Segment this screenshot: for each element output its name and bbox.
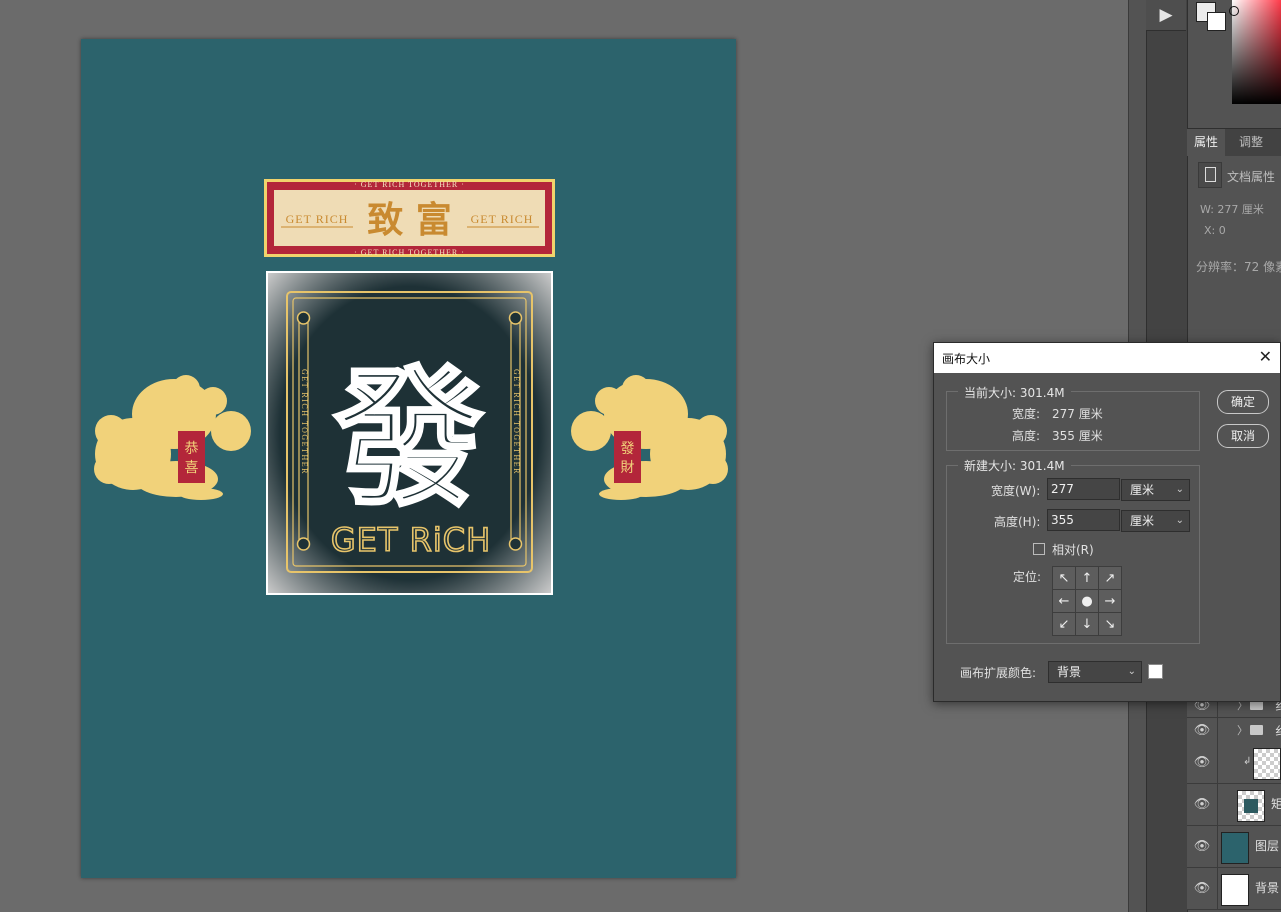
height-label: 高度(H): <box>994 515 1041 529</box>
artwork: · GET RICH TOGETHER · · GET RICH TOGETHE… <box>94 179 728 595</box>
background-color-swatch[interactable] <box>1207 12 1226 31</box>
lion-left-scroll-2: 喜 <box>185 460 199 476</box>
layer-thumbnail <box>1221 874 1249 906</box>
layer-thumbnail <box>1221 832 1249 864</box>
document-icon <box>1198 162 1222 188</box>
width-unit-select[interactable]: 厘米 ⌄ <box>1121 479 1190 501</box>
banner-title: 致 富 <box>367 199 452 241</box>
layer-thumbnail <box>1237 790 1265 822</box>
extension-color-value: 背景 <box>1057 665 1082 679</box>
extension-color-label: 画布扩展颜色: <box>960 666 1037 680</box>
fa-character: 發 <box>333 351 484 527</box>
anchor-bottom[interactable]: ↓ <box>1076 613 1098 635</box>
extension-color-swatch[interactable] <box>1148 664 1163 679</box>
properties-tabs: 属性 调整 <box>1187 128 1281 156</box>
chevron-right-icon[interactable]: 〉 <box>1237 722 1248 738</box>
layer-name: 纟 <box>1275 722 1281 739</box>
eye-icon[interactable]: 👁 <box>1187 784 1218 825</box>
scroll-text-right: GET RICH TOGETHER <box>512 369 521 475</box>
chevron-down-icon: ⌄ <box>1175 484 1184 495</box>
eye-icon[interactable]: 👁 <box>1187 742 1218 783</box>
layer-background[interactable]: 👁 背景 <box>1187 868 1281 910</box>
get-rich-caption: GET RiCH <box>331 521 491 559</box>
tab-properties[interactable]: 属性 <box>1187 129 1226 156</box>
dialog-titlebar[interactable]: 画布大小 ✕ <box>934 343 1280 373</box>
anchor-top-left[interactable]: ↖ <box>1053 567 1075 589</box>
extension-color-select[interactable]: 背景 ⌄ <box>1048 661 1142 683</box>
lion-right-scroll-2: 財 <box>621 460 635 476</box>
banner-zhifu: · GET RICH TOGETHER · · GET RICH TOGETHE… <box>264 179 555 257</box>
current-width-label: 宽度: <box>1012 407 1041 421</box>
banner-bottom-text: · GET RICH TOGETHER · <box>354 248 465 257</box>
height-unit-select[interactable]: 厘米 ⌄ <box>1121 510 1190 532</box>
width-input[interactable]: 277 <box>1047 478 1120 500</box>
fa-card: GET RICH TOGETHER GET RICH TOGETHER 發 GE… <box>266 271 553 595</box>
width-unit-value: 厘米 <box>1130 483 1155 497</box>
width-readout: W: 277 厘米 <box>1200 203 1264 216</box>
chevron-down-icon: ⌄ <box>1127 666 1136 677</box>
document-canvas[interactable]: · GET RICH TOGETHER · · GET RICH TOGETHE… <box>81 39 736 878</box>
layer-group-2[interactable]: 👁 〉 纟 <box>1187 718 1281 743</box>
color-picker-field[interactable] <box>1232 0 1281 104</box>
lion-right: 發 財 <box>571 375 728 500</box>
scroll-text-left: GET RICH TOGETHER <box>300 369 309 475</box>
height-unit-value: 厘米 <box>1130 514 1155 528</box>
layer-name: 矩 <box>1271 797 1281 811</box>
anchor-center[interactable]: ● <box>1076 590 1098 612</box>
anchor-top[interactable]: ↑ <box>1076 567 1098 589</box>
ok-button[interactable]: 确定 <box>1217 390 1269 414</box>
dialog-title: 画布大小 <box>942 352 991 366</box>
color-picker-cursor[interactable] <box>1229 6 1239 16</box>
height-input[interactable]: 355 <box>1047 509 1120 531</box>
layer-thumbnail <box>1253 748 1281 780</box>
resolution-readout: 分辨率：72 像素 <box>1196 260 1281 274</box>
layer-name: 背景 <box>1255 881 1280 895</box>
anchor-bottom-right[interactable]: ↘ <box>1099 613 1121 635</box>
banner-top-text: · GET RICH TOGETHER · <box>354 180 465 189</box>
x-readout: X: 0 <box>1204 224 1226 237</box>
anchor-right[interactable]: → <box>1099 590 1121 612</box>
tab-adjustments[interactable]: 调整 <box>1232 129 1270 156</box>
banner-side-right: GET RICH <box>471 212 534 226</box>
play-icon[interactable]: ▶ <box>1146 0 1186 31</box>
anchor-label: 定位: <box>1013 570 1042 584</box>
chevron-down-icon: ⌄ <box>1175 515 1184 526</box>
relative-checkbox[interactable] <box>1033 543 1045 555</box>
current-size-label: 当前大小: 301.4M <box>958 384 1071 401</box>
anchor-top-right[interactable]: ↗ <box>1099 567 1121 589</box>
new-size-label: 新建大小: 301.4M <box>958 457 1071 474</box>
layer-clipped[interactable]: 👁 ↲ <box>1187 742 1281 784</box>
cancel-button[interactable]: 取消 <box>1217 424 1269 448</box>
anchor-grid: ↖ ↑ ↗ ← ● → ↙ ↓ ↘ <box>1052 566 1122 636</box>
lion-right-scroll-1: 發 <box>621 441 635 457</box>
eye-icon[interactable]: 👁 <box>1187 826 1218 867</box>
eye-icon[interactable]: 👁 <box>1187 718 1218 742</box>
eye-icon[interactable]: 👁 <box>1187 868 1218 909</box>
layer-fill[interactable]: 👁 图层 <box>1187 826 1281 868</box>
layer-shape[interactable]: 👁 矩 <box>1187 784 1281 826</box>
lion-left: 恭 喜 <box>94 375 251 500</box>
current-width-value: 277 厘米 <box>1052 407 1103 421</box>
current-height-value: 355 厘米 <box>1052 429 1103 443</box>
anchor-bottom-left[interactable]: ↙ <box>1053 613 1075 635</box>
layer-name: 图层 <box>1255 839 1280 853</box>
relative-label: 相对(R) <box>1052 543 1094 557</box>
document-properties-label: 文档属性 <box>1227 170 1276 184</box>
lion-left-scroll-1: 恭 <box>185 441 199 457</box>
clip-arrow-icon: ↲ <box>1243 756 1252 767</box>
folder-icon <box>1250 725 1263 735</box>
anchor-left[interactable]: ← <box>1053 590 1075 612</box>
width-label: 宽度(W): <box>991 484 1041 498</box>
canvas-size-dialog: 画布大小 ✕ 当前大小: 301.4M 宽度: 277 厘米 高度: 355 厘… <box>933 342 1281 702</box>
banner-side-left: GET RICH <box>286 212 349 226</box>
close-icon[interactable]: ✕ <box>1259 347 1272 367</box>
current-height-label: 高度: <box>1012 429 1041 443</box>
